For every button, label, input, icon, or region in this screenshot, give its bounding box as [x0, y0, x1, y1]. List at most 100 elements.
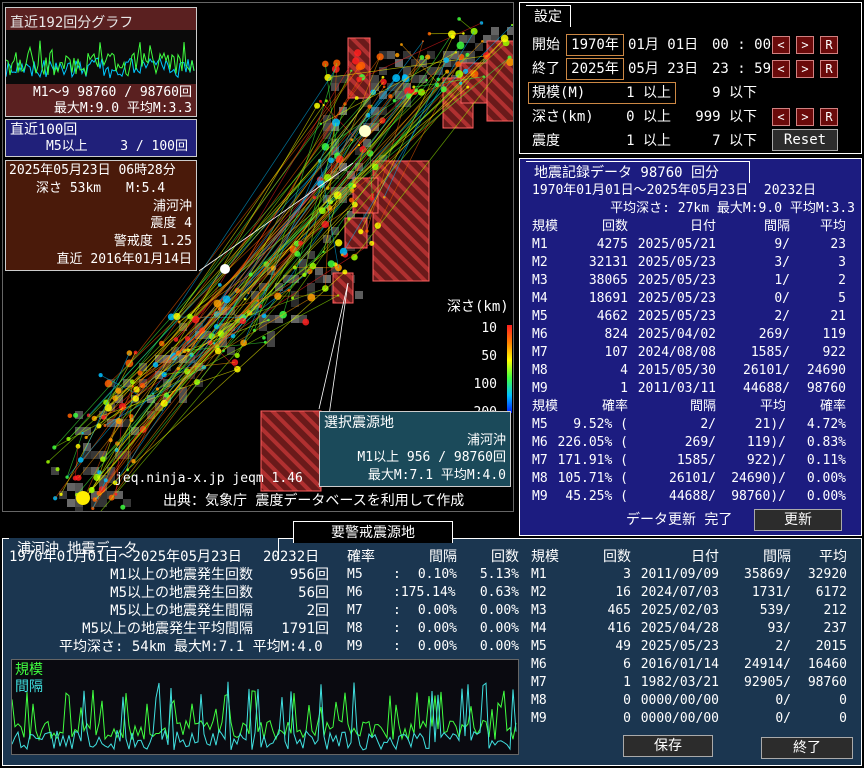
eq-cell: 21: [830, 309, 846, 324]
area-stat-label: M5以上の地震発生平均間隔: [82, 621, 253, 637]
eq-record-tab: 地震記録データ 98760 回分: [526, 161, 750, 183]
update-button[interactable]: 更新: [754, 509, 842, 531]
depth-tick-10: 10: [481, 321, 497, 336]
area-prob-cell: :175.14%: [393, 585, 456, 600]
eq-cell: 9/: [774, 237, 790, 252]
eq-cell: 824: [604, 327, 628, 342]
area-table-cell: M1: [531, 567, 547, 582]
mag-min[interactable]: 1 以上: [626, 85, 671, 101]
eq-cell: 23: [830, 237, 846, 252]
start-next-button[interactable]: >: [796, 36, 814, 54]
eq-prob-cell: 0.00%: [806, 489, 846, 504]
depth-max[interactable]: 999 以下: [695, 109, 757, 125]
end-reset-button[interactable]: R: [820, 60, 838, 78]
eq-prob-cell: 26101/: [669, 471, 716, 486]
start-monthday[interactable]: 01月 01日: [628, 37, 698, 53]
settings-title: 設定: [534, 9, 562, 25]
eq-cell: M2: [532, 255, 548, 270]
intensity-label: 震度: [532, 133, 560, 149]
depth-prev-button[interactable]: <: [772, 108, 790, 126]
save-button[interactable]: 保存: [623, 735, 713, 757]
eq-prob-header-3: 平均: [759, 399, 786, 414]
eq-header-0: 規模: [532, 219, 559, 234]
eq-prob-cell: 226.05% (: [557, 435, 628, 450]
area-table-cell: 539/: [759, 603, 791, 618]
latest-intensity: 震度 4: [150, 216, 192, 231]
area-prob-cell: M5: [347, 567, 363, 582]
area-table-cell: 2011/09/09: [640, 567, 719, 582]
start-prev-button[interactable]: <: [772, 36, 790, 54]
area-table-cell: 2016/01/14: [640, 657, 719, 672]
eq-cell: M6: [532, 327, 548, 342]
latest-mag: M:5.4: [126, 181, 166, 196]
area-table-cell: 49: [615, 639, 631, 654]
depth-tick-50: 50: [481, 349, 497, 364]
reset-button[interactable]: Reset: [772, 129, 838, 151]
eq-cell: 1: [620, 381, 628, 396]
alert-epicenter-tab[interactable]: 要警戒震源地: [293, 521, 453, 543]
start-year-field[interactable]: 1970年: [566, 34, 624, 56]
eq-record-period: 1970年01月01日～2025年05月23日 20232日: [532, 183, 817, 198]
minigraph-chart: [6, 30, 196, 84]
eq-cell: 4275: [596, 237, 628, 252]
eq-cell: M1: [532, 237, 548, 252]
mag-max[interactable]: 9 以下: [712, 85, 757, 101]
selected-epicenter-panel: 選択震源地 浦河沖 M1以上 956 / 98760回 最大M:7.1 平均M:…: [319, 411, 511, 487]
eq-prob-cell: 105.71% (: [557, 471, 628, 486]
minigraph-title: 直近192回分グラフ: [10, 15, 134, 31]
area-table-cell: 2025/04/28: [640, 621, 719, 636]
area-table-cell: M5: [531, 639, 547, 654]
eq-cell: M4: [532, 291, 548, 306]
area-table-cell: 2024/07/03: [640, 585, 719, 600]
eq-cell: M5: [532, 309, 548, 324]
area-table-cell: M2: [531, 585, 547, 600]
end-monthday[interactable]: 05月 23日: [628, 61, 698, 77]
area-prob-cell: 0.00%: [479, 603, 519, 618]
exit-button[interactable]: 終了: [761, 737, 853, 759]
selected-name: 浦河沖: [466, 433, 506, 448]
depth-min[interactable]: 0 以上: [626, 109, 671, 125]
area-table-cell: 1: [623, 675, 631, 690]
minigraph-line1: M1～9 98760 / 98760回: [32, 85, 192, 100]
intensity-min[interactable]: 1 以上: [626, 133, 671, 149]
graph-label-interval: 間隔: [15, 679, 43, 695]
area-prob-cell: 5.13%: [479, 567, 519, 582]
end-prev-button[interactable]: <: [772, 60, 790, 78]
area-table-cell: 2015: [815, 639, 847, 654]
area-table-header-2: 日付: [691, 549, 719, 565]
selected-line1: M1以上 956 / 98760回: [357, 450, 506, 465]
intensity-max[interactable]: 7 以下: [712, 133, 757, 149]
start-hourmin[interactable]: 00 : 00: [712, 37, 771, 53]
latest-quake-panel: 2025年05月23日 06時28分 深さ 53km M:5.4 浦河沖 震度 …: [5, 160, 197, 271]
area-table-cell: M6: [531, 657, 547, 672]
eq-record-title: 地震記録データ 98760 回分: [534, 165, 720, 181]
eq-header-4: 平均: [819, 219, 846, 234]
end-hourmin[interactable]: 23 : 59: [712, 61, 771, 77]
eq-cell: 4662: [596, 309, 628, 324]
eq-cell: 0/: [774, 291, 790, 306]
eq-cell: 18691: [588, 291, 628, 306]
eq-cell: 26101/: [743, 363, 790, 378]
area-stat-label: M1以上の地震発生回数: [110, 567, 253, 583]
eq-header-1: 回数: [601, 219, 628, 234]
area-stat-label: M5以上の地震発生間隔: [110, 603, 253, 619]
recent100-title: 直近100回: [10, 122, 78, 138]
depth-reset-button[interactable]: R: [820, 108, 838, 126]
start-reset-button[interactable]: R: [820, 36, 838, 54]
eq-prob-cell: 21)/: [754, 417, 786, 432]
depth-next-button[interactable]: >: [796, 108, 814, 126]
map-credit: jeq.ninja-x.jp jeqm 1.46: [115, 471, 303, 486]
end-next-button[interactable]: >: [796, 60, 814, 78]
eq-prob-cell: M9: [532, 489, 548, 504]
area-table-cell: 0/: [775, 693, 791, 708]
eq-prob-table: 規模 確率 間隔 平均 確率 M5 9.52% (2/21)/ 4.72% M6 226.05% …: [520, 399, 863, 507]
eq-cell: 38065: [588, 273, 628, 288]
end-year-field[interactable]: 2025年: [566, 58, 624, 80]
area-stat-value: 956回: [289, 567, 329, 583]
area-table-cell: 24914/: [744, 657, 791, 672]
area-prob-cell: M9: [347, 639, 363, 654]
eq-cell: 119: [822, 327, 846, 342]
earthquake-map[interactable]: 直近192回分グラフ M1～9 98760 / 98760回 最大M:9.0 平…: [2, 2, 514, 512]
mag-label: 規模(M): [532, 85, 586, 101]
eq-cell: 3/: [774, 255, 790, 270]
